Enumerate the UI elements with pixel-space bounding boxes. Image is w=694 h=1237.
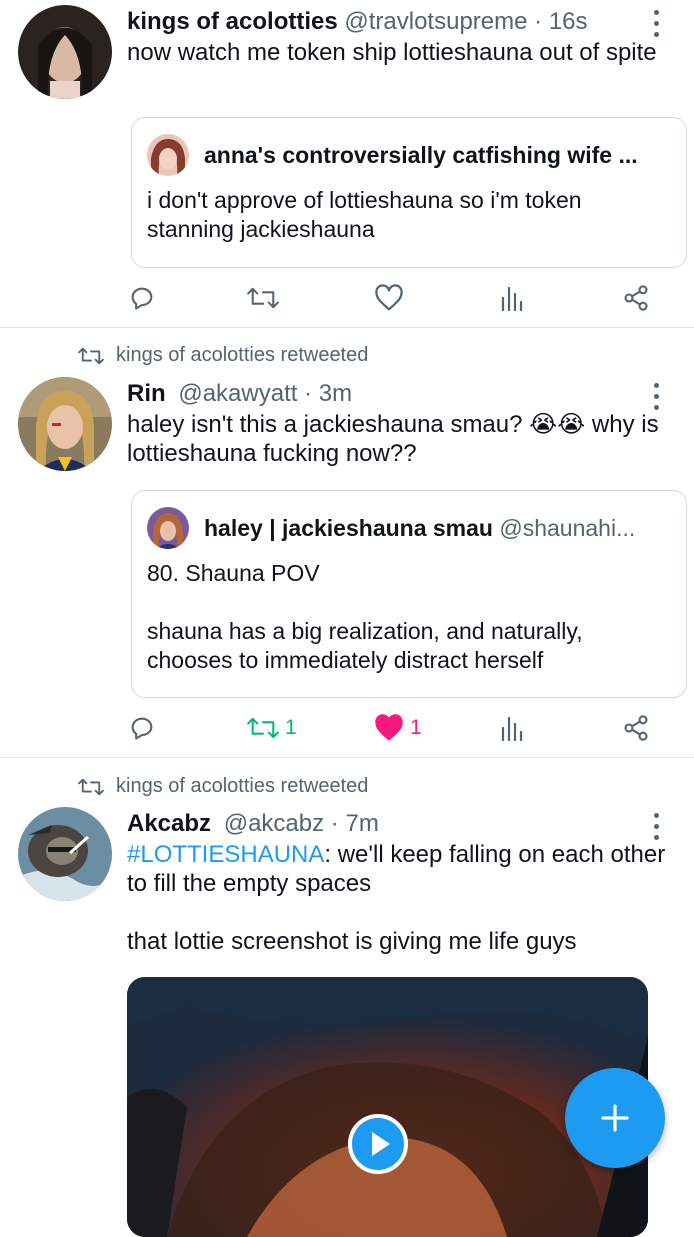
- author-name[interactable]: Rin: [127, 380, 166, 407]
- reply-button[interactable]: [128, 710, 156, 746]
- retweeted-by[interactable]: kings of acolotties retweeted: [78, 344, 368, 367]
- timestamp[interactable]: 3m: [319, 380, 352, 407]
- author-handle[interactable]: @akawyatt: [178, 380, 297, 407]
- share-icon: [624, 285, 648, 311]
- analytics-icon: [501, 716, 523, 742]
- separator-dot: ·: [304, 380, 313, 407]
- quoted-tweet-text: i don't approve of lottieshauna so i'm t…: [147, 187, 582, 242]
- reply-icon: [131, 717, 153, 740]
- quoted-tweet[interactable]: haley | jackieshauna smau @shaunahi... 8…: [131, 490, 687, 698]
- views-button[interactable]: [500, 280, 524, 316]
- share-button[interactable]: [622, 710, 650, 746]
- quoted-author-name: haley | jackieshauna smau: [204, 515, 493, 541]
- quoted-tweet-text-2: shauna has a big realization, and natura…: [147, 618, 583, 673]
- retweeted-by-label: kings of acolotties retweeted: [116, 344, 369, 366]
- avatar[interactable]: [18, 377, 112, 471]
- retweet-icon: [78, 347, 104, 364]
- avatar: [147, 507, 189, 549]
- avatar: [147, 134, 189, 176]
- avatar[interactable]: [18, 807, 112, 901]
- tweet-2[interactable]: kings of acolotties retweeted Rin @akawy…: [0, 328, 694, 757]
- tweet-1[interactable]: kings of acolotties @travlotsupreme · 16…: [0, 0, 694, 327]
- hashtag-link[interactable]: #LOTTIESHAUNA: [127, 841, 324, 868]
- avatar[interactable]: [18, 5, 112, 99]
- retweet-button[interactable]: [247, 280, 279, 316]
- play-icon: [348, 1114, 408, 1174]
- retweet-count: 1: [285, 716, 297, 739]
- separator-dot: ·: [330, 810, 339, 837]
- quoted-tweet[interactable]: anna's controversially catfishing wife .…: [131, 117, 687, 268]
- quoted-author-name: anna's controversially catfishing wife .…: [204, 142, 638, 168]
- play-button[interactable]: [347, 1113, 409, 1175]
- author-name[interactable]: kings of acolotties: [127, 8, 338, 35]
- tweet-text: #LOTTIESHAUNA: we'll keep falling on eac…: [127, 840, 667, 956]
- plus-icon: [601, 1104, 629, 1132]
- retweet-icon: [247, 287, 279, 309]
- quoted-author-handle: @shaunahi...: [499, 515, 636, 541]
- tweet-text: haley isn't this a jackieshauna smau? 😭😭…: [127, 410, 667, 468]
- retweeted-by-label: kings of acolotties retweeted: [116, 775, 369, 797]
- retweeted-by[interactable]: kings of acolotties retweeted: [78, 775, 368, 798]
- reply-icon: [131, 287, 153, 310]
- like-button[interactable]: [374, 280, 404, 316]
- views-button[interactable]: [500, 710, 524, 746]
- compose-button[interactable]: [565, 1068, 665, 1168]
- tweet-actions: 1 1: [0, 710, 694, 746]
- tweet-body: haley isn't this a jackieshauna smau?: [127, 411, 523, 438]
- retweet-button[interactable]: 1: [247, 710, 297, 746]
- analytics-icon: [501, 286, 523, 312]
- retweet-icon: [247, 717, 279, 739]
- author-handle[interactable]: @akcabz: [224, 810, 324, 837]
- tweet-body: now watch me token ship lottieshauna out…: [127, 39, 657, 66]
- quoted-tweet-text: 80. Shauna POV: [147, 560, 320, 586]
- crying-emoji: 😭😭: [529, 410, 586, 438]
- like-button[interactable]: 1: [374, 710, 422, 746]
- share-icon: [624, 715, 648, 741]
- separator-dot: ·: [534, 8, 543, 35]
- author-handle[interactable]: @travlotsupreme: [344, 8, 527, 35]
- timestamp[interactable]: 7m: [345, 810, 378, 837]
- heart-icon: [375, 284, 403, 311]
- retweet-icon: [78, 778, 104, 795]
- tweet-text: now watch me token ship lottieshauna out…: [127, 38, 667, 67]
- reply-button[interactable]: [128, 280, 156, 316]
- heart-icon: [375, 714, 403, 741]
- timestamp[interactable]: 16s: [549, 8, 588, 35]
- tweet-actions: [0, 280, 694, 316]
- share-button[interactable]: [622, 280, 650, 316]
- tweet-body-2: that lottie screenshot is giving me life…: [127, 928, 577, 955]
- author-name[interactable]: Akcabz: [127, 810, 211, 837]
- like-count: 1: [410, 716, 422, 739]
